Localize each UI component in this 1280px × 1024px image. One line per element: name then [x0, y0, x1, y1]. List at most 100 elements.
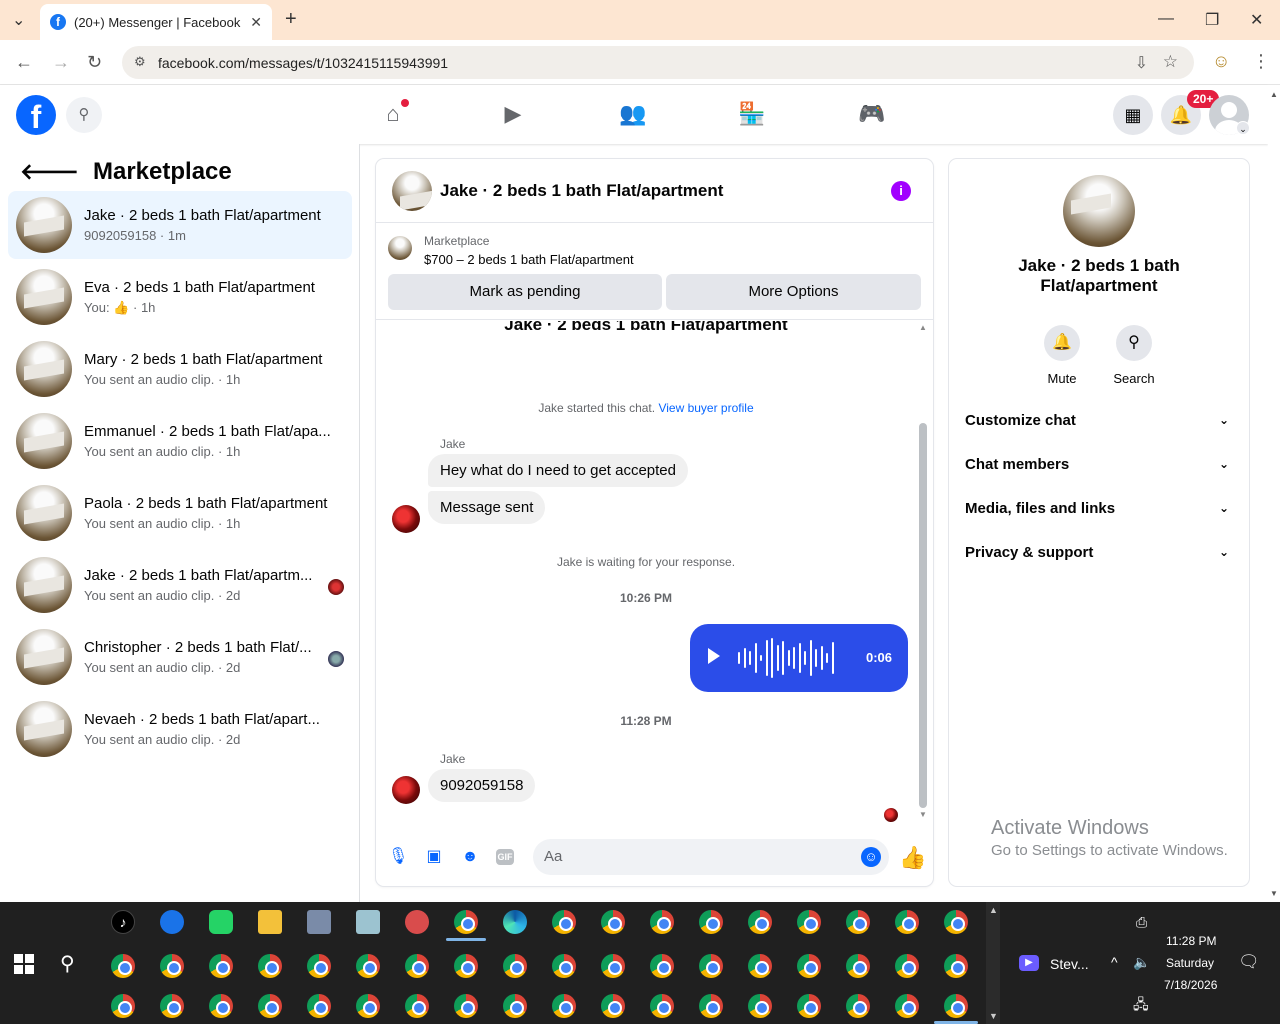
install-app-icon[interactable]: ⇩: [1135, 53, 1148, 73]
jake-avatar[interactable]: [392, 505, 420, 533]
listing-thumbnail[interactable]: [1063, 175, 1135, 247]
conversation-item[interactable]: Emmanuel · 2 beds 1 bath Flat/apa... You…: [8, 407, 352, 475]
file-explorer-icon[interactable]: [258, 910, 282, 934]
view-buyer-profile-link[interactable]: View buyer profile: [658, 401, 753, 415]
photo-icon[interactable]: ▣: [424, 847, 444, 867]
app-icon[interactable]: [356, 910, 380, 934]
back-icon[interactable]: ←: [15, 52, 33, 73]
window-close-icon[interactable]: ✕: [1250, 10, 1263, 30]
back-arrow-icon[interactable]: 🡐: [20, 159, 79, 185]
chrome-icon[interactable]: [454, 994, 478, 1018]
volume-icon[interactable]: 🔈: [1133, 954, 1150, 971]
friends-icon[interactable]: 👥: [618, 99, 648, 129]
app-tray-icon[interactable]: ▶: [1019, 955, 1039, 971]
chrome-icon[interactable]: [209, 954, 233, 978]
emoji-icon[interactable]: ☺: [861, 847, 881, 867]
chrome-icon[interactable]: [699, 954, 723, 978]
edge-icon[interactable]: [503, 910, 527, 934]
chrome-icon[interactable]: [895, 910, 919, 934]
video-icon[interactable]: ▶: [498, 99, 528, 129]
chrome-icon[interactable]: [503, 954, 527, 978]
clock-time[interactable]: 11:28 PM: [1166, 934, 1216, 948]
media-files-links-section[interactable]: Media, files and links ⌄: [965, 500, 1233, 517]
chrome-icon[interactable]: [650, 954, 674, 978]
chrome-icon[interactable]: [503, 994, 527, 1018]
chat-title[interactable]: Jake · 2 beds 1 bath Flat/apartment: [440, 181, 723, 201]
tab-close-icon[interactable]: ✕: [250, 14, 262, 31]
chrome-icon[interactable]: [454, 954, 478, 978]
bookmark-star-icon[interactable]: ☆: [1163, 52, 1178, 72]
message-input[interactable]: Aa ☺: [533, 839, 889, 875]
whatsapp-icon[interactable]: [209, 910, 233, 934]
message-bubble[interactable]: 9092059158: [428, 769, 536, 802]
tray-app-label[interactable]: Stev...: [1050, 956, 1089, 972]
customize-chat-section[interactable]: Customize chat ⌄: [965, 412, 1233, 429]
gaming-icon[interactable]: 🎮: [857, 99, 887, 129]
taskbar-search-icon[interactable]: ⚲: [60, 951, 75, 976]
app-icon[interactable]: [307, 910, 331, 934]
chrome-icon[interactable]: [258, 994, 282, 1018]
chrome-icon[interactable]: [944, 954, 968, 978]
chrome-icon[interactable]: [111, 994, 135, 1018]
facebook-logo-icon[interactable]: f: [16, 95, 56, 135]
conversation-item[interactable]: Jake · 2 beds 1 bath Flat/apartm... You …: [8, 551, 352, 619]
notification-center-icon[interactable]: 🗨: [1238, 952, 1260, 972]
microphone-icon[interactable]: 🎙: [388, 847, 408, 867]
message-bubble[interactable]: Hey what do I need to get accepted: [428, 454, 688, 487]
chrome-icon[interactable]: [699, 994, 723, 1018]
reload-icon[interactable]: ↻: [87, 52, 102, 73]
chrome-icon[interactable]: [895, 994, 919, 1018]
conversation-item[interactable]: Jake · 2 beds 1 bath Flat/apartment 9092…: [8, 191, 352, 259]
audio-clip-bubble[interactable]: 0:06: [690, 624, 908, 692]
page-scrollbar[interactable]: ▲ ▼: [1268, 85, 1280, 902]
restore-icon[interactable]: ❐: [1205, 10, 1219, 30]
chrome-icon[interactable]: [552, 954, 576, 978]
sticker-icon[interactable]: ☻: [460, 847, 480, 867]
chat-members-section[interactable]: Chat members ⌄: [965, 456, 1233, 473]
chrome-icon[interactable]: [601, 910, 625, 934]
account-chevron-down-icon[interactable]: ⌄: [1236, 121, 1250, 135]
privacy-support-section[interactable]: Privacy & support ⌄: [965, 544, 1233, 561]
profile-icon[interactable]: ☺: [1212, 51, 1230, 72]
chrome-icon[interactable]: [601, 954, 625, 978]
chrome-icon[interactable]: [454, 910, 478, 934]
clock-day[interactable]: Saturday: [1166, 956, 1214, 970]
tiktok-icon[interactable]: ♪: [111, 910, 135, 934]
chrome-icon[interactable]: [405, 954, 429, 978]
device-icon[interactable]: ⎙: [1136, 914, 1147, 931]
chat-scrollbar[interactable]: ▲ ▼: [916, 321, 930, 821]
chrome-icon[interactable]: [307, 994, 331, 1018]
tab-search-icon[interactable]: ⌄: [12, 10, 25, 30]
chrome-icon[interactable]: [797, 910, 821, 934]
conversation-item[interactable]: Mary · 2 beds 1 bath Flat/apartment You …: [8, 335, 352, 403]
chrome-icon[interactable]: [797, 954, 821, 978]
chrome-icon[interactable]: [797, 994, 821, 1018]
message-bubble[interactable]: Message sent: [428, 491, 546, 524]
chrome-icon[interactable]: [209, 994, 233, 1018]
browser-menu-icon[interactable]: ⋮: [1252, 51, 1270, 72]
chrome-icon[interactable]: [552, 994, 576, 1018]
gif-icon[interactable]: GIF: [496, 849, 514, 865]
address-bar[interactable]: ⚙ facebook.com/messages/t/10324151159439…: [122, 46, 1194, 79]
chrome-icon[interactable]: [846, 910, 870, 934]
play-icon[interactable]: [708, 648, 720, 664]
chrome-icon[interactable]: [895, 954, 919, 978]
mark-as-pending-button[interactable]: Mark as pending: [388, 274, 662, 310]
minimize-icon[interactable]: —: [1158, 10, 1174, 28]
chrome-icon[interactable]: [699, 910, 723, 934]
chrome-icon[interactable]: [748, 910, 772, 934]
chrome-icon[interactable]: [356, 954, 380, 978]
menu-grid-icon[interactable]: ▦: [1113, 95, 1153, 135]
network-icon[interactable]: 🖧: [1133, 994, 1149, 1018]
search-button[interactable]: ⚲ Search: [1104, 325, 1164, 386]
info-icon[interactable]: i: [891, 181, 911, 201]
thumbs-up-icon[interactable]: 👍: [899, 845, 926, 871]
chrome-icon[interactable]: [748, 954, 772, 978]
conversation-item[interactable]: Nevaeh · 2 beds 1 bath Flat/apart... You…: [8, 695, 352, 763]
taskbar-scrollbar[interactable]: ▲ ▼: [986, 902, 1000, 1024]
chrome-icon[interactable]: [944, 910, 968, 934]
jake-avatar[interactable]: [392, 776, 420, 804]
chrome-icon[interactable]: [748, 994, 772, 1018]
chrome-icon[interactable]: [650, 994, 674, 1018]
chrome-icon[interactable]: [405, 994, 429, 1018]
